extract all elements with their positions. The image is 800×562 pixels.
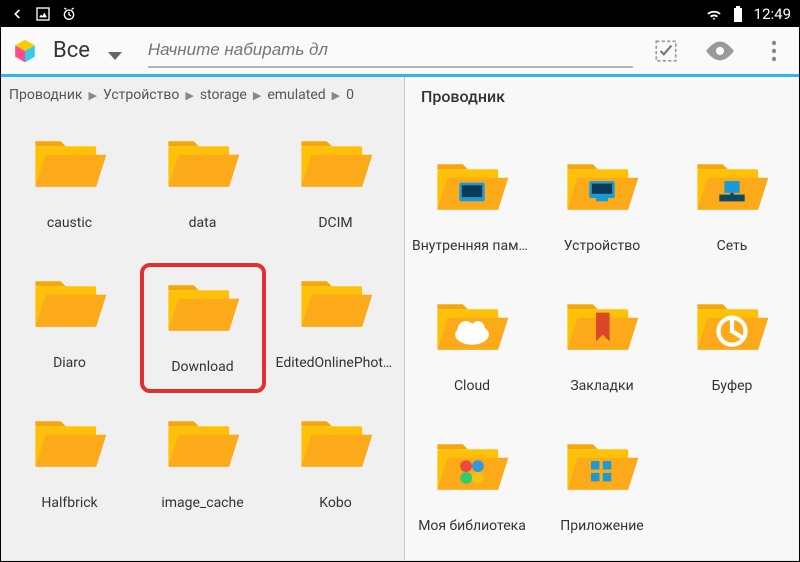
breadcrumb-item[interactable]: Проводник — [9, 87, 83, 103]
status-bar: 12:49 — [1, 1, 799, 27]
location-tile[interactable]: Устройство — [539, 146, 665, 276]
folder-label: Download — [171, 359, 233, 375]
library-icon — [434, 436, 510, 498]
folder-tile[interactable]: image_cache — [140, 403, 266, 533]
folder-icon — [165, 133, 241, 195]
network-icon — [694, 156, 770, 218]
location-grid: Внутренняя память Устройство Сеть Cloud … — [405, 110, 799, 562]
breadcrumb: Проводник ▶ Устройство ▶ storage ▶ emulated ▶ 0 — [1, 77, 404, 117]
bookmarks-icon — [564, 296, 640, 358]
folder-tile[interactable]: data — [140, 123, 266, 253]
right-pane: Проводник Внутренняя память Устройство С… — [405, 77, 799, 560]
alarm-icon — [61, 6, 77, 22]
folder-label: DCIM — [318, 215, 352, 231]
folder-icon — [32, 133, 108, 195]
location-tile[interactable]: Cloud — [409, 286, 535, 416]
folder-label: image_cache — [161, 495, 243, 511]
breadcrumb-item[interactable]: Устройство — [103, 87, 179, 103]
battery-icon — [730, 6, 746, 22]
folder-tile[interactable]: Diaro — [7, 263, 133, 393]
folder-tile[interactable]: Kobo — [273, 403, 399, 533]
folder-tile[interactable]: Download — [140, 263, 266, 393]
location-label: Закладки — [570, 378, 633, 394]
folder-grid: caustic data DCIM Diaro Download EditedO… — [1, 117, 404, 539]
right-pane-title: Проводник — [405, 77, 799, 110]
buffer-icon — [694, 296, 770, 358]
folder-label: caustic — [47, 215, 92, 231]
breadcrumb-item[interactable]: storage — [200, 87, 247, 103]
clock: 12:49 — [754, 5, 791, 23]
folder-icon — [165, 413, 241, 475]
apps-icon — [564, 436, 640, 498]
chevron-right-icon: ▶ — [332, 89, 340, 102]
breadcrumb-item[interactable]: emulated — [267, 87, 325, 103]
app-toolbar: Все — [1, 27, 799, 77]
folder-tile[interactable]: Halfbrick — [7, 403, 133, 533]
chevron-down-icon — [108, 52, 122, 60]
location-label: Внутренняя память — [412, 238, 532, 254]
folder-icon — [298, 273, 374, 335]
folder-icon — [32, 413, 108, 475]
folder-tile[interactable]: EditedOnlinePhotos — [273, 263, 399, 393]
view-dropdown-label: Все — [53, 38, 90, 63]
location-tile[interactable]: Приложение — [539, 426, 665, 556]
location-tile[interactable]: Буфер — [669, 286, 795, 416]
search-field[interactable] — [148, 34, 633, 68]
search-input[interactable] — [148, 40, 633, 60]
location-label: Приложение — [560, 518, 643, 534]
overflow-menu-icon[interactable] — [759, 36, 789, 66]
folder-label: Diaro — [53, 355, 86, 371]
chevron-right-icon: ▶ — [89, 89, 97, 102]
chevron-right-icon: ▶ — [253, 89, 261, 102]
location-label: Устройство — [564, 238, 640, 254]
back-icon — [9, 6, 25, 22]
device-icon — [564, 156, 640, 218]
location-tile[interactable]: Моя библиотека — [409, 426, 535, 556]
location-tile[interactable]: Закладки — [539, 286, 665, 416]
wifi-icon — [706, 6, 722, 22]
folder-icon — [298, 133, 374, 195]
folder-icon — [298, 413, 374, 475]
eye-icon[interactable] — [705, 36, 735, 66]
location-label: Сеть — [717, 238, 748, 254]
image-icon — [35, 6, 51, 22]
select-icon[interactable] — [651, 36, 681, 66]
folder-label: EditedOnlinePhotos — [276, 355, 396, 371]
folder-icon — [32, 273, 108, 335]
cloud-icon — [434, 296, 510, 358]
breadcrumb-item[interactable]: 0 — [346, 87, 354, 103]
folder-label: Halfbrick — [41, 495, 97, 511]
folder-label: Kobo — [319, 495, 351, 511]
internal-icon — [434, 156, 510, 218]
location-tile[interactable]: Внутренняя память — [409, 146, 535, 276]
folder-icon — [165, 277, 241, 339]
view-dropdown[interactable]: Все — [53, 38, 122, 63]
app-logo-icon — [11, 37, 39, 65]
location-label: Моя библиотека — [418, 518, 526, 534]
folder-label: data — [189, 215, 217, 231]
left-pane: Проводник▶Устройство▶storage▶emulated▶0 … — [1, 77, 405, 560]
location-label: Буфер — [712, 378, 753, 394]
folder-tile[interactable]: caustic — [7, 123, 133, 253]
folder-tile[interactable]: DCIM — [273, 123, 399, 253]
location-tile[interactable]: Сеть — [669, 146, 795, 276]
location-label: Cloud — [454, 378, 490, 394]
chevron-right-icon: ▶ — [185, 89, 193, 102]
